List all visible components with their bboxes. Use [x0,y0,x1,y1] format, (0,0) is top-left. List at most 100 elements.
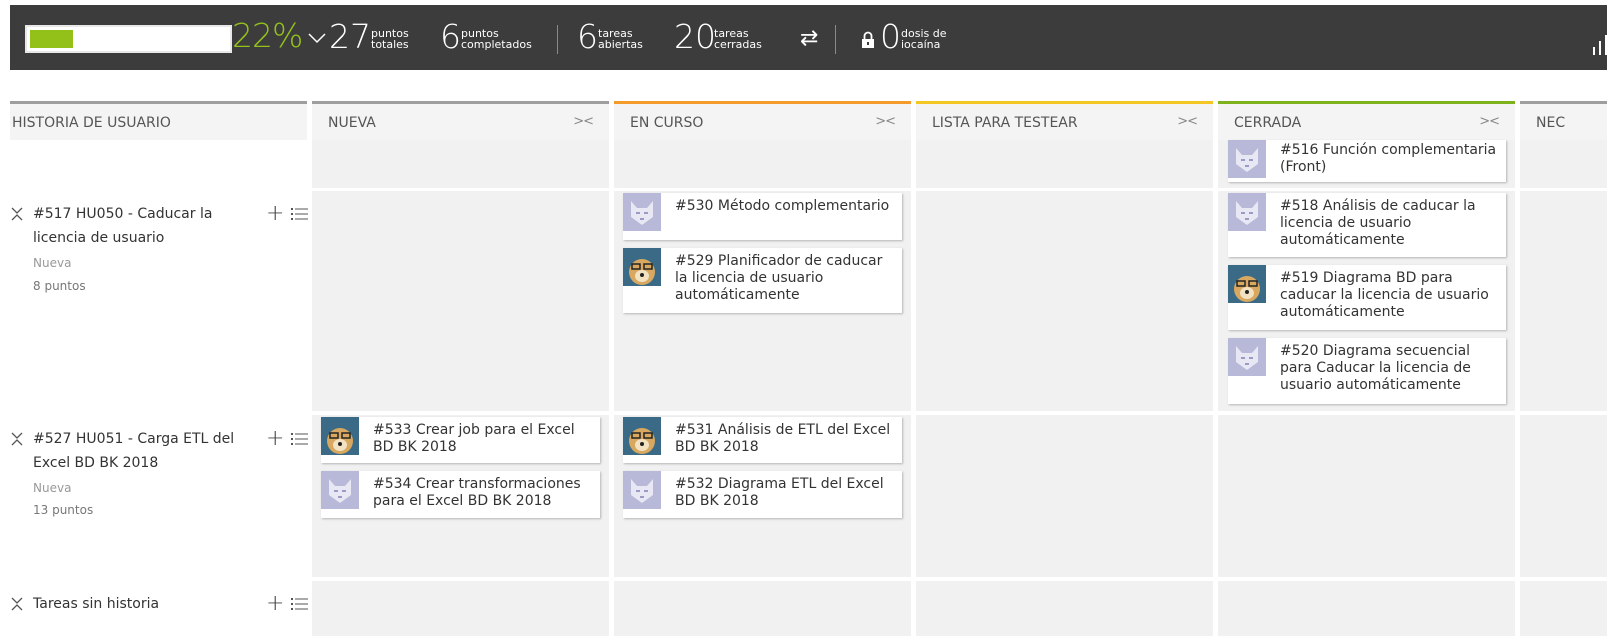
task-title: #520 Diagrama secuencial para Caducar la… [1280,343,1471,393]
closed-tasks-label: tareas cerradas [714,27,762,51]
task-card[interactable]: #520 Diagrama secuencial para Caducar la… [1228,338,1506,404]
fold-column-icon[interactable]: >< [875,114,896,129]
board-cell [916,140,1213,188]
board-cell [312,140,609,188]
story-title: Tareas sin historia [33,596,160,612]
board-cell [614,581,911,636]
board-cell [614,140,911,188]
column-header-historia: HISTORIA DE USUARIO [10,101,307,140]
progress-percent: 22% [232,16,303,55]
column-title: CERRADA [1234,115,1302,131]
user-story-row: #517 HU050 - Caducar la licencia de usua… [10,202,308,402]
swap-arrows-icon[interactable]: ⇄ [800,26,818,51]
open-tasks-value: 6 [577,17,598,56]
task-card[interactable]: #533 Crear job para el Excel BD BK 2018 [321,417,600,463]
user-avatar [321,417,359,455]
column-title: LISTA PARA TESTEAR [932,115,1078,131]
fold-column-icon[interactable]: >< [573,114,594,129]
board-cell [916,415,1213,577]
add-task-button[interactable]: + [266,428,284,450]
fold-column-icon[interactable]: >< [1177,114,1198,129]
collapse-toggle-icon[interactable] [10,431,24,447]
closed-tasks-value: 20 [674,17,716,56]
iocaine-value: 0 [880,17,901,56]
column-title: EN CURSO [630,115,704,131]
task-card[interactable]: #532 Diagrama ETL del Excel BD BK 2018 [623,471,902,518]
task-title: #519 Diagrama BD para caducar la licenci… [1280,270,1489,320]
task-title: #531 Análisis de ETL del Excel BD BK 201… [675,422,891,455]
task-card[interactable]: #530 Método complementario [623,193,902,240]
default-avatar-icon [1228,338,1266,376]
add-task-button[interactable]: + [266,593,284,615]
fold-column-icon[interactable]: >< [1479,114,1500,129]
divider [557,25,558,54]
board-cell [1520,191,1607,411]
column-title: HISTORIA DE USUARIO [12,115,171,131]
story-title[interactable]: #517 HU050 - Caducar la licencia de usua… [33,202,241,250]
task-card[interactable]: #529 Planificador de caducar la licencia… [623,248,902,313]
task-card[interactable]: #516 Función complementaria (Front) [1228,140,1506,182]
completed-points-label: puntos completados [461,27,532,51]
column-header-lista-para-testear: LISTA PARA TESTEAR >< [916,101,1213,140]
user-story-row: #527 HU051 - Carga ETL del Excel BD BK 2… [10,427,308,567]
story-points: 13 puntos [33,503,94,517]
task-title: #518 Análisis de caducar la licencia de … [1280,198,1476,248]
bulk-add-list-icon[interactable] [291,432,308,446]
unassigned-tasks-row: Tareas sin historia + [10,592,308,622]
default-avatar-icon [1228,140,1266,178]
column-header-nueva: NUEVA >< [312,101,609,140]
task-card[interactable]: #518 Análisis de caducar la licencia de … [1228,193,1506,257]
task-title: #529 Planificador de caducar la licencia… [675,253,883,303]
user-avatar [623,417,661,455]
column-header-en-curso: EN CURSO >< [614,101,911,140]
progress-bar [25,25,232,53]
column-header-cerrada: CERRADA >< [1218,101,1515,140]
total-points-label: puntos totales [371,27,409,51]
task-title: #534 Crear transformaciones para el Exce… [373,476,581,509]
bulk-add-list-icon[interactable] [291,597,308,611]
board-cell [1520,415,1607,577]
task-card[interactable]: #534 Crear transformaciones para el Exce… [321,471,600,518]
board-cell [1520,140,1607,188]
column-title: NEC [1536,115,1566,131]
completed-points-value: 6 [440,17,461,56]
user-avatar [623,248,661,286]
iocaine-label: dosis de iocaína [901,27,947,51]
board-cell [1218,415,1515,577]
chevron-down-icon[interactable] [308,31,326,45]
open-tasks-label: tareas abiertas [598,27,643,51]
divider [835,25,836,54]
board-cell [916,581,1213,636]
stats-bar: 22% 27 puntos totales 6 puntos completad… [10,5,1607,70]
task-title: #516 Función complementaria (Front) [1280,142,1497,175]
task-title: #533 Crear job para el Excel BD BK 2018 [373,422,575,455]
bar-chart-icon[interactable] [1593,35,1607,55]
total-points-value: 27 [329,17,371,56]
task-title: #530 Método complementario [675,198,890,214]
collapse-toggle-icon[interactable] [10,596,24,612]
story-points: 8 puntos [33,279,86,293]
bulk-add-list-icon[interactable] [291,207,308,221]
story-status: Nueva [33,481,72,495]
task-card[interactable]: #531 Análisis de ETL del Excel BD BK 201… [623,417,902,463]
board-cell [312,191,609,411]
user-avatar [1228,265,1266,303]
progress-fill [30,30,73,48]
story-title[interactable]: #527 HU051 - Carga ETL del Excel BD BK 2… [33,427,241,475]
default-avatar-icon [623,471,661,509]
add-task-button[interactable]: + [266,203,284,225]
task-title: #532 Diagrama ETL del Excel BD BK 2018 [675,476,884,509]
default-avatar-icon [1228,193,1266,231]
board-cell [1218,581,1515,636]
story-status: Nueva [33,256,72,270]
lock-icon [862,31,874,48]
board-cell [312,581,609,636]
default-avatar-icon [623,193,661,231]
board-cell [1520,581,1607,636]
column-title: NUEVA [328,115,376,131]
column-header-nec: NEC [1520,101,1607,140]
board-cell [916,191,1213,411]
collapse-toggle-icon[interactable] [10,206,24,222]
default-avatar-icon [321,471,359,509]
task-card[interactable]: #519 Diagrama BD para caducar la licenci… [1228,265,1506,330]
